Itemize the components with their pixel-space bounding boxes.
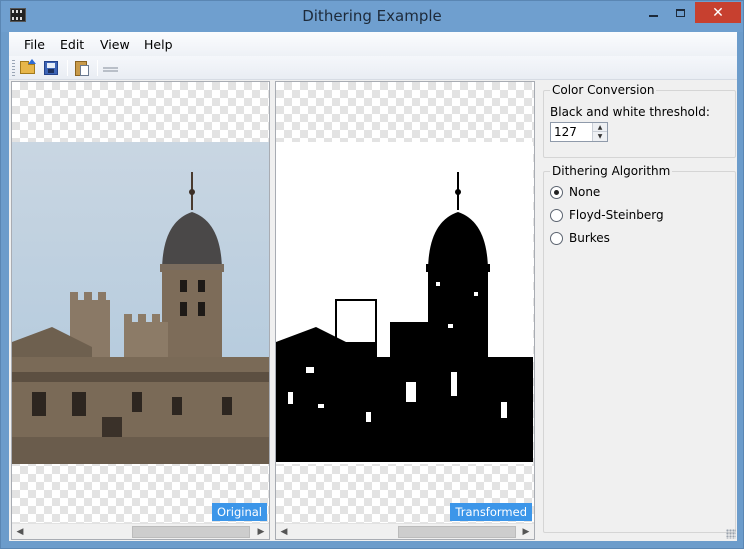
- transformed-photo: [276, 142, 533, 464]
- disabled-lines-icon: [103, 67, 118, 69]
- scrollbar-thumb[interactable]: [398, 526, 516, 538]
- scroll-right-icon[interactable]: ▶: [518, 524, 534, 539]
- resize-grip[interactable]: [726, 529, 736, 539]
- color-conversion-group: Color Conversion Black and white thresho…: [543, 83, 736, 158]
- menu-edit[interactable]: Edit: [60, 37, 84, 52]
- radio-burkes[interactable]: Burkes: [550, 231, 610, 245]
- scroll-left-icon[interactable]: ◀: [276, 524, 292, 539]
- radio-unchecked-icon[interactable]: [550, 208, 563, 222]
- original-badge: Original: [211, 503, 267, 521]
- scroll-left-icon[interactable]: ◀: [12, 524, 28, 539]
- open-folder-icon: [20, 61, 35, 74]
- spin-down-icon[interactable]: ▼: [593, 132, 607, 141]
- toolbar: [9, 56, 737, 80]
- threshold-value[interactable]: 127: [554, 125, 577, 139]
- toolbar-separator: [97, 60, 98, 76]
- transformed-horizontal-scrollbar[interactable]: ◀ ▶: [276, 523, 534, 539]
- original-horizontal-scrollbar[interactable]: ◀ ▶: [12, 523, 269, 539]
- color-conversion-title: Color Conversion: [550, 83, 657, 97]
- window-title: Dithering Example: [302, 7, 442, 25]
- original-photo: [12, 142, 269, 464]
- settings-panel: Color Conversion Black and white thresho…: [540, 81, 737, 540]
- app-window: Dithering Example ✕ File Edit View Help: [0, 0, 744, 549]
- original-castle-image: [12, 142, 269, 464]
- radio-floyd-steinberg[interactable]: Floyd-Steinberg: [550, 208, 664, 222]
- threshold-label: Black and white threshold:: [550, 105, 710, 119]
- close-icon: ✕: [712, 4, 724, 21]
- radio-floyd-steinberg-label[interactable]: Floyd-Steinberg: [569, 208, 664, 222]
- transformed-castle-image: [276, 142, 533, 464]
- menu-view[interactable]: View: [100, 37, 130, 52]
- paste-button[interactable]: [72, 59, 92, 77]
- save-disk-icon: [44, 61, 58, 75]
- original-image-panel[interactable]: ◀ ▶ Original: [11, 81, 270, 540]
- disabled-toolbar-button[interactable]: [101, 59, 121, 77]
- menu-file[interactable]: File: [24, 37, 45, 52]
- maximize-icon: [676, 8, 685, 17]
- save-button[interactable]: [42, 59, 62, 77]
- transformed-image-panel[interactable]: ◀ ▶ Transformed: [275, 81, 535, 540]
- close-button[interactable]: ✕: [695, 2, 741, 23]
- radio-burkes-label[interactable]: Burkes: [569, 231, 610, 245]
- radio-none-label[interactable]: None: [569, 185, 600, 199]
- title-bar[interactable]: Dithering Example ✕: [1, 1, 743, 32]
- minimize-icon: [648, 14, 658, 17]
- maximize-button[interactable]: [667, 2, 694, 23]
- transformed-badge: Transformed: [450, 503, 532, 521]
- radio-checked-icon[interactable]: [550, 185, 563, 199]
- radio-unchecked-icon[interactable]: [550, 231, 563, 245]
- menu-help[interactable]: Help: [144, 37, 173, 52]
- scroll-right-icon[interactable]: ▶: [253, 524, 269, 539]
- toolbar-grip[interactable]: [12, 60, 15, 76]
- toolbar-separator: [67, 60, 68, 76]
- minimize-button[interactable]: [639, 2, 667, 23]
- dithering-algorithm-group: Dithering Algorithm None Floyd-Steinberg…: [543, 164, 736, 533]
- dithering-algorithm-title: Dithering Algorithm: [550, 164, 673, 178]
- client-area: File Edit View Help ◀ ▶ Original ◀ ▶ Tra…: [9, 32, 737, 541]
- spin-up-icon[interactable]: ▲: [593, 123, 607, 132]
- radio-none[interactable]: None: [550, 185, 600, 199]
- scrollbar-thumb[interactable]: [132, 526, 250, 538]
- menu-bar: File Edit View Help: [9, 32, 737, 56]
- open-button[interactable]: [18, 59, 38, 77]
- threshold-spinner[interactable]: 127 ▲ ▼: [550, 122, 608, 142]
